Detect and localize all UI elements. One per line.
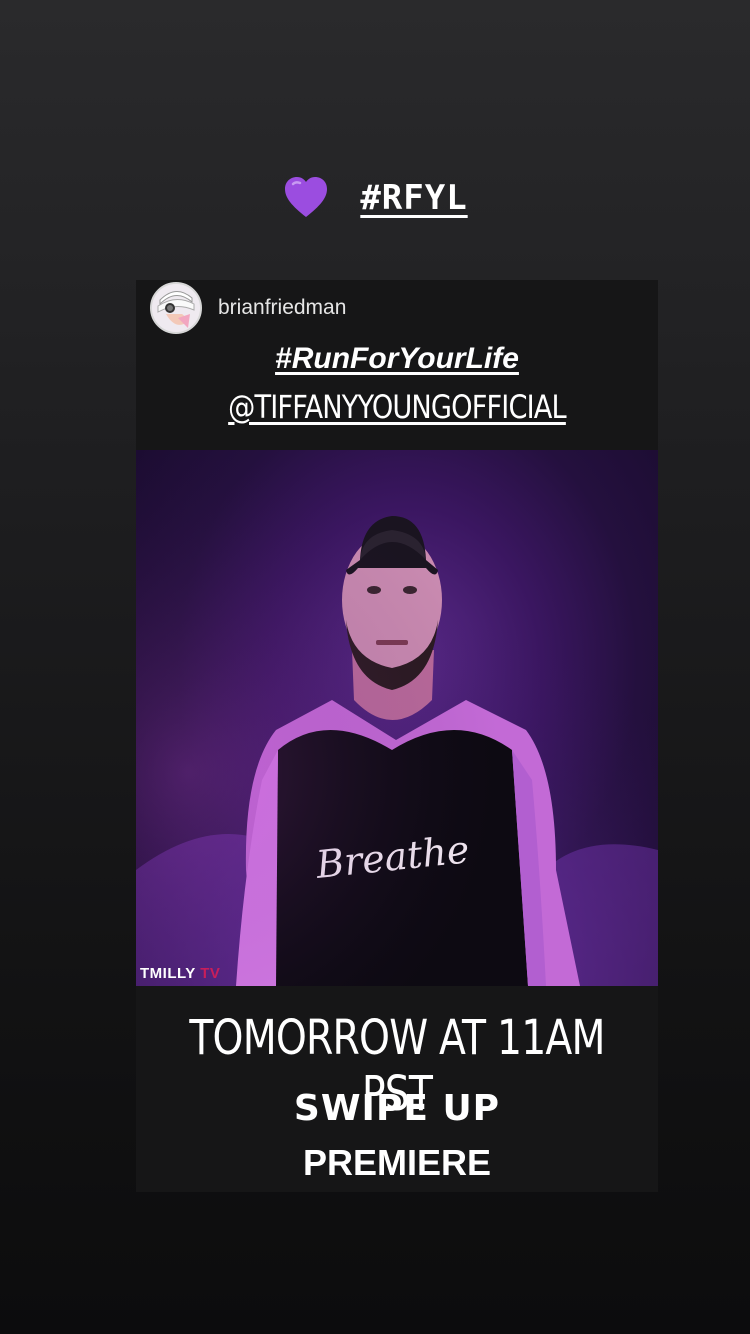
avatar[interactable] (150, 282, 202, 334)
post-image[interactable]: Breathe TMILLY TV (136, 450, 658, 986)
avatar-illustration-icon (152, 284, 200, 332)
post-header[interactable]: brianfriedman (150, 282, 346, 334)
username[interactable]: brianfriedman (218, 296, 346, 320)
shared-post-card[interactable]: brianfriedman #RunForYourLife @TIFFANYYO… (136, 280, 658, 1192)
hashtag-sticker[interactable]: #RFYL (360, 178, 467, 218)
premiere-label: PREMIERE (302, 1142, 492, 1183)
watermark: TMILLY TV (140, 965, 220, 982)
caption-hashtag[interactable]: #RunForYourLife (136, 342, 658, 376)
watermark-main: TMILLY (140, 965, 196, 982)
person-photo-illustration: Breathe (136, 450, 658, 986)
purple-heart-icon (285, 177, 328, 217)
swipe-up-label[interactable]: SWIPE UP (136, 1088, 658, 1129)
caption-mention[interactable]: @TIFFANYYOUNGOFFICIAL (175, 388, 619, 426)
watermark-tv: TV (200, 965, 221, 982)
story-sticker-row: #RFYL (0, 168, 750, 228)
